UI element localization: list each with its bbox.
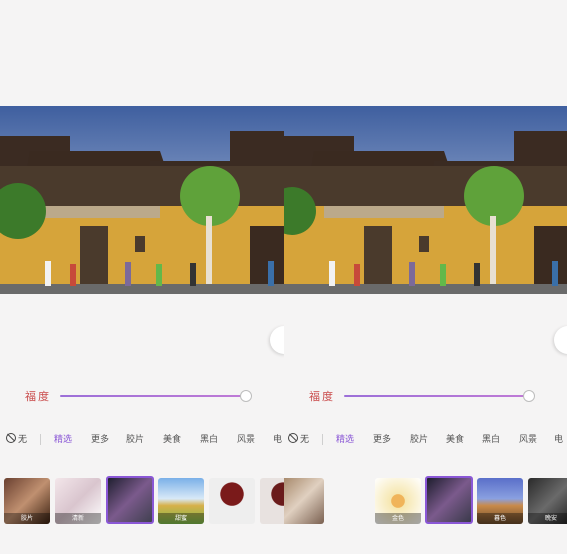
filter-thumb[interactable]: 清新 xyxy=(55,478,101,524)
category-featured[interactable]: 精选 xyxy=(54,432,72,445)
street-photo xyxy=(0,106,284,294)
filter-thumb[interactable]: 甜蜜 xyxy=(158,478,204,524)
street-photo xyxy=(284,106,567,294)
filter-thumb-selected[interactable] xyxy=(425,476,473,524)
category-film[interactable]: 胶片 xyxy=(126,432,144,445)
category-none[interactable]: 无 xyxy=(288,432,309,445)
category-cut[interactable]: 电 xyxy=(273,432,282,445)
filter-thumbs: 胶片 清新 甜蜜 xyxy=(0,476,284,526)
intensity-label: 福度 xyxy=(25,390,51,403)
category-divider xyxy=(40,434,41,445)
none-icon xyxy=(6,433,16,443)
filter-thumb[interactable]: 暮色 xyxy=(477,478,523,524)
category-bw[interactable]: 黑白 xyxy=(482,432,500,445)
filter-thumb[interactable]: 金色 xyxy=(375,478,421,524)
intensity-label: 福度 xyxy=(309,390,335,403)
intensity-slider-track[interactable] xyxy=(60,395,250,397)
filter-thumbs: 金色 暮色 晚安 xyxy=(284,476,567,526)
category-cut[interactable]: 电 xyxy=(554,432,563,445)
intensity-slider-track[interactable] xyxy=(344,395,533,397)
panel-handle[interactable] xyxy=(270,326,284,354)
none-icon xyxy=(288,433,298,443)
editor-panel-left: 福度 无 精选 更多 胶片 美食 黑白 风景 电 胶片 清新 甜蜜 xyxy=(0,0,284,554)
filter-thumb-selected[interactable] xyxy=(106,476,154,524)
intensity-slider-knob[interactable] xyxy=(240,390,252,402)
intensity-control: 福度 xyxy=(0,388,284,406)
filter-categories: 无 精选 更多 胶片 美食 黑白 风景 电 xyxy=(284,432,567,450)
category-food[interactable]: 美食 xyxy=(446,432,464,445)
filter-thumb[interactable] xyxy=(209,478,255,524)
intensity-slider-knob[interactable] xyxy=(523,390,535,402)
preview-photo xyxy=(284,106,567,294)
panel-handle[interactable] xyxy=(554,326,567,354)
filter-categories: 无 精选 更多 胶片 美食 黑白 风景 电 xyxy=(0,432,284,450)
category-landscape[interactable]: 风景 xyxy=(519,432,537,445)
category-bw[interactable]: 黑白 xyxy=(200,432,218,445)
category-none[interactable]: 无 xyxy=(6,432,27,445)
category-landscape[interactable]: 风景 xyxy=(237,432,255,445)
filter-thumb[interactable]: 晚安 xyxy=(528,478,567,524)
category-food[interactable]: 美食 xyxy=(163,432,181,445)
filter-thumb[interactable] xyxy=(284,478,324,524)
editor-panel-right: 福度 无 精选 更多 胶片 美食 黑白 风景 电 金色 暮色 晚安 xyxy=(284,0,567,554)
filter-thumb[interactable]: 胶片 xyxy=(4,478,50,524)
category-more[interactable]: 更多 xyxy=(91,432,109,445)
preview-photo xyxy=(0,106,284,294)
category-featured[interactable]: 精选 xyxy=(336,432,354,445)
category-film[interactable]: 胶片 xyxy=(410,432,428,445)
intensity-control: 福度 xyxy=(284,388,567,406)
category-divider xyxy=(322,434,323,445)
category-more[interactable]: 更多 xyxy=(373,432,391,445)
filter-thumb[interactable] xyxy=(260,478,284,524)
